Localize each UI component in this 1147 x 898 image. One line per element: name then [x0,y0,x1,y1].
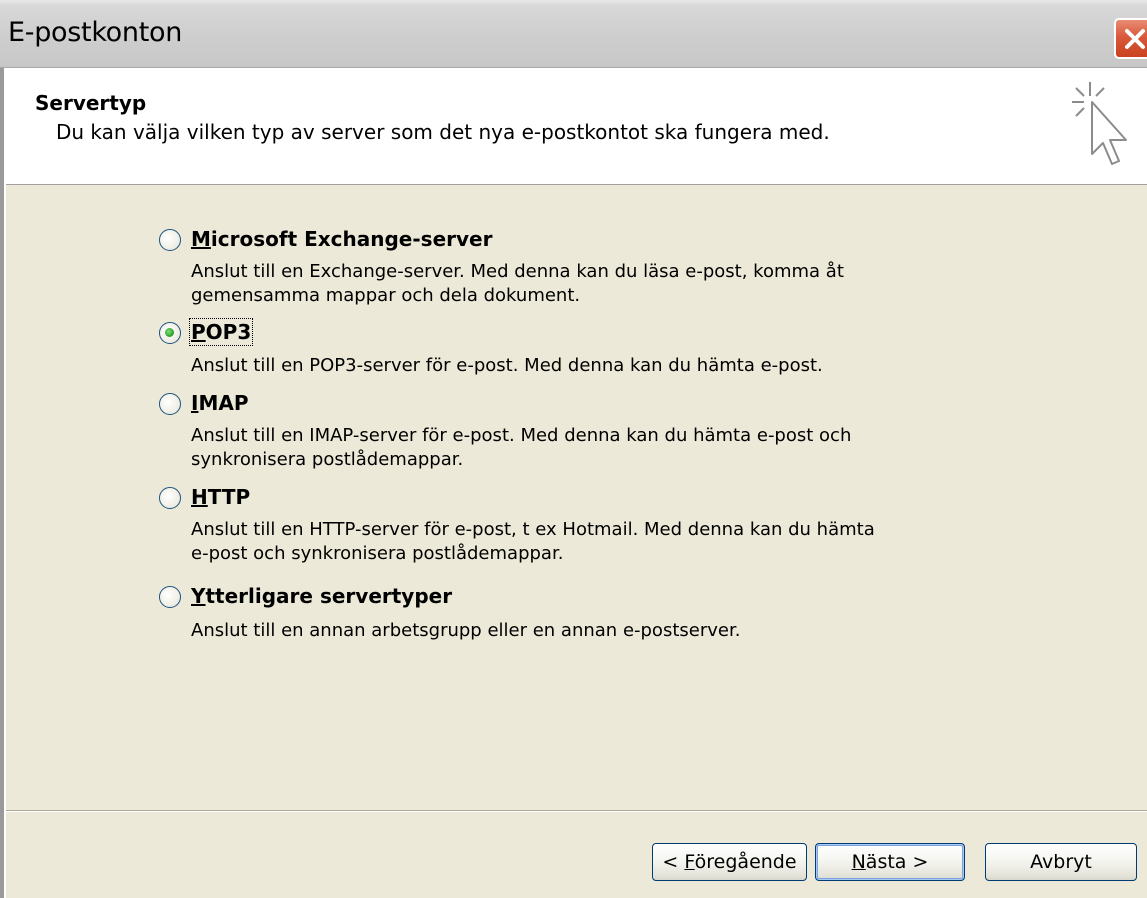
radio-other[interactable] [159,586,181,608]
radio-exchange[interactable] [159,229,181,251]
dialog-window: E-postkonton Servertyp Du kan välja vilk… [0,0,1147,898]
desc-imap: Anslut till en IMAP-server för e-post. M… [191,424,971,472]
back-button-prefix: < [662,851,685,873]
label-text-http: TTP [207,485,251,509]
label-other[interactable]: Ytterligare servertyper [191,584,452,608]
desc-other: Anslut till en annan arbetsgrupp eller e… [191,619,971,643]
back-button-mnemonic: F [684,851,695,873]
mnemonic-other: Y [191,584,206,608]
button-separator [6,810,1147,812]
label-text-exchange: icrosoft Exchange-server [210,227,493,251]
label-text-other: tterligare servertyper [205,584,453,608]
page-heading: Servertyp [35,91,147,115]
wizard-cursor-icon [1072,82,1127,165]
server-type-options: Microsoft Exchange-server Anslut till en… [6,185,1147,810]
radio-imap[interactable] [159,393,181,415]
mnemonic-exchange: M [191,227,211,251]
desc-line: Anslut till en annan arbetsgrupp eller e… [191,620,741,641]
desc-exchange: Anslut till en Exchange-server. Med denn… [191,260,971,308]
desc-line: gemensamma mappar och dela dokument. [191,285,581,306]
title-bar[interactable]: E-postkonton [0,0,1147,68]
next-button-mnemonic: N [851,851,866,873]
cancel-button[interactable]: Avbryt [985,843,1137,881]
label-pop3[interactable]: POP3 [188,318,254,346]
desc-line: synkronisera postlådemappar. [191,449,464,470]
label-http[interactable]: HTTP [191,485,250,509]
close-button[interactable] [1114,18,1147,59]
mnemonic-pop3: P [191,320,206,344]
desc-line: e-post och synkronisera postlådemappar. [191,543,564,564]
next-button[interactable]: Nästa > [815,843,965,881]
desc-http: Anslut till en HTTP-server för e-post, t… [191,518,971,566]
desc-line: Anslut till en HTTP-server för e-post, t… [191,519,875,540]
desc-line: Anslut till en POP3-server för e-post. M… [191,355,823,376]
desc-line: Anslut till en Exchange-server. Med denn… [191,261,844,282]
back-button[interactable]: < Föregående [652,843,807,881]
close-icon [1125,29,1145,49]
wizard-header: Servertyp Du kan välja vilken typ av ser… [6,68,1147,185]
label-text-imap: MAP [198,391,249,415]
label-imap[interactable]: IMAP [191,391,249,415]
label-exchange[interactable]: Microsoft Exchange-server [191,227,492,251]
next-button-label: ästa > [865,851,929,873]
desc-pop3: Anslut till en POP3-server för e-post. M… [191,354,971,378]
mnemonic-http: H [191,485,208,509]
radio-http[interactable] [159,487,181,509]
desc-line: Anslut till en IMAP-server för e-post. M… [191,425,852,446]
radio-pop3[interactable] [159,322,181,344]
label-text-pop3: OP3 [205,320,252,344]
back-button-label: öregående [694,851,797,873]
window-title: E-postkonton [8,17,183,48]
cancel-button-label: Avbryt [1030,851,1092,873]
page-description: Du kan välja vilken typ av server som de… [56,120,830,144]
